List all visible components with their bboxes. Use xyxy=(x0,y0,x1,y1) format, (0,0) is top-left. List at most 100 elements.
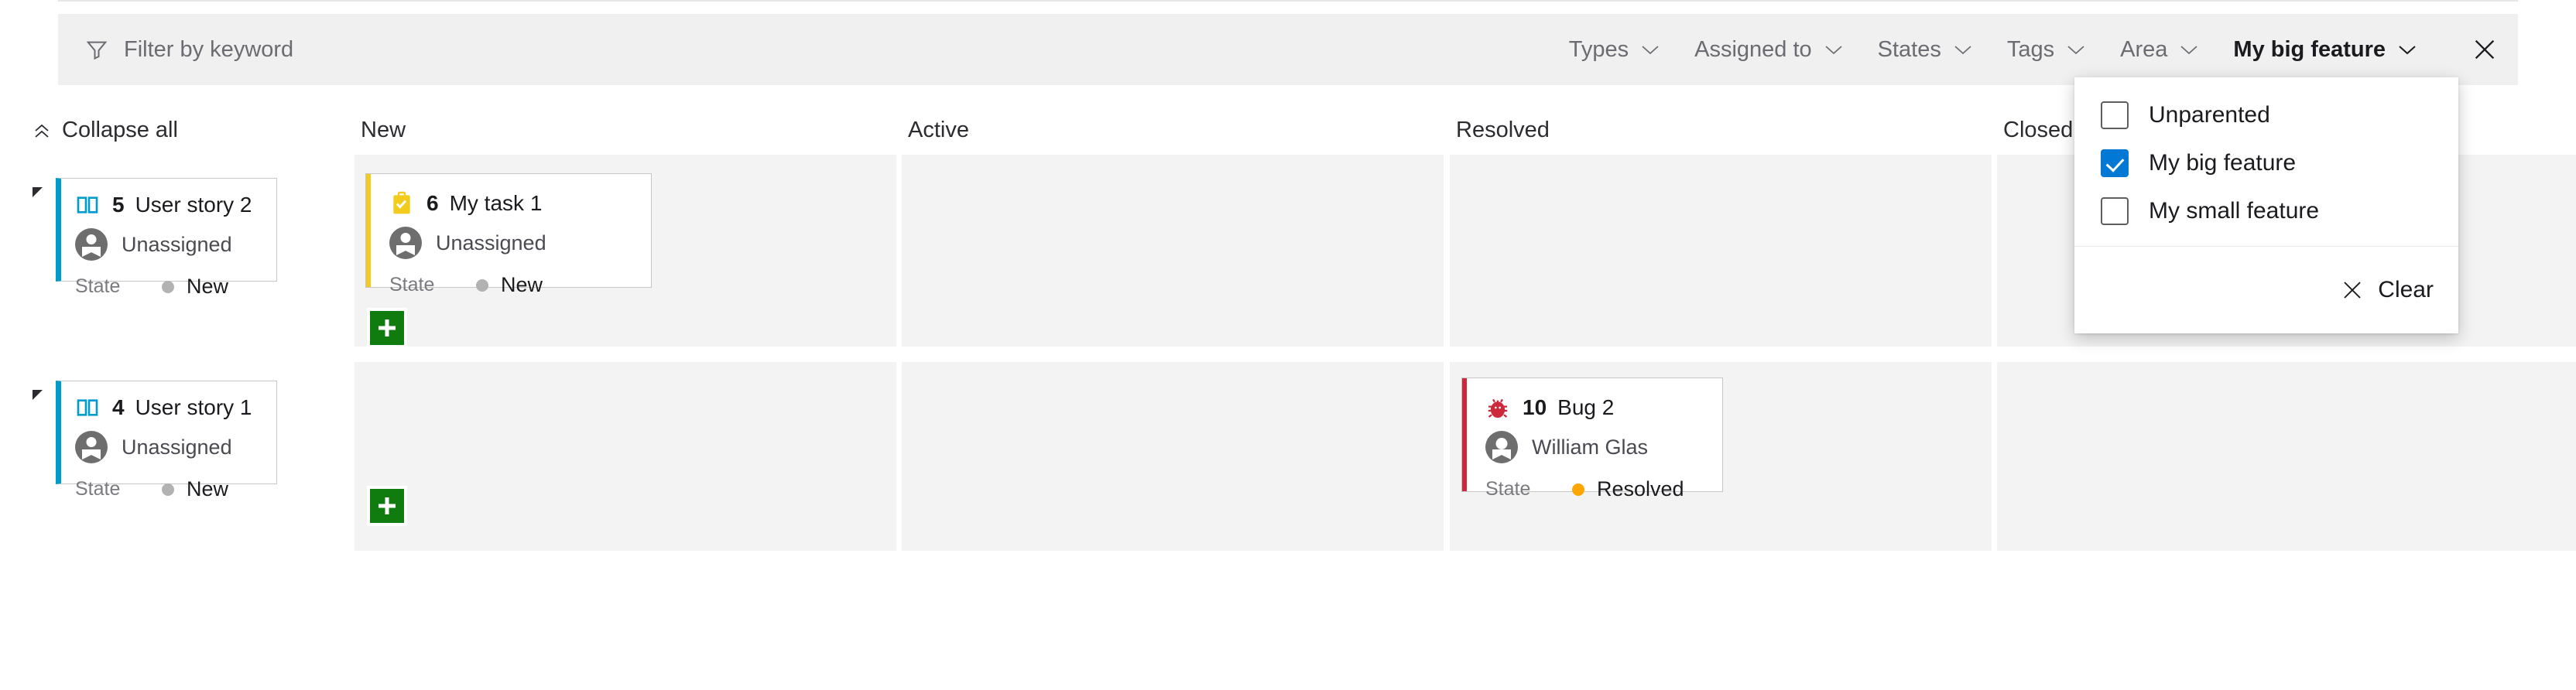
work-item-title: My task 1 xyxy=(449,191,543,215)
swimlane-parent-card[interactable]: 5 User story 2 Unassigned State New xyxy=(56,178,277,298)
filter-pivot-tags[interactable]: Tags xyxy=(2007,37,2086,63)
assignee-row: Unassigned xyxy=(389,227,632,259)
card-title-row: 4 User story 1 xyxy=(75,395,265,420)
assignee-name: Unassigned xyxy=(122,435,232,459)
column-header-new: New xyxy=(361,118,406,142)
avatar xyxy=(389,227,422,259)
dropdown-option-my-small-feature[interactable]: My small feature xyxy=(2074,187,2458,235)
state-value: New xyxy=(187,477,229,500)
lane-collapse-toggle[interactable] xyxy=(33,187,43,197)
lane-cell-new[interactable] xyxy=(355,362,896,551)
filter-bar: Types Assigned to States Tags Area xyxy=(58,14,2518,85)
lane-cell-closed[interactable] xyxy=(1997,362,2576,551)
work-item-card-my-task-1[interactable]: 6 My task 1 Unassigned State New xyxy=(365,173,652,296)
work-item-board-page: Types Assigned to States Tags Area xyxy=(0,0,2576,690)
dropdown-option-list: Unparented My big feature My small featu… xyxy=(2074,77,2458,246)
chevron-down-icon xyxy=(1953,43,1973,56)
assignee-row: Unassigned xyxy=(75,431,265,463)
add-card-button-new[interactable] xyxy=(367,308,407,348)
lane-cell-active[interactable] xyxy=(902,155,1444,347)
state-field-label: State xyxy=(75,478,121,500)
work-item-title: User story 1 xyxy=(135,395,252,419)
work-item-card-bug-2[interactable]: 10 Bug 2 William Glas State Resolved xyxy=(1461,377,1723,500)
work-item-id: 4 xyxy=(112,395,125,419)
close-icon xyxy=(2472,36,2498,63)
state-field-label: State xyxy=(1485,478,1531,500)
checkbox-checked[interactable] xyxy=(2101,149,2129,177)
chevron-down-icon xyxy=(2397,43,2417,56)
close-filter-bar-button[interactable] xyxy=(2451,14,2518,85)
task-checklist-icon xyxy=(389,191,414,216)
state-field-label: State xyxy=(389,274,435,295)
search-input[interactable] xyxy=(124,36,526,63)
chevron-down-icon xyxy=(1640,43,1660,56)
state-row: State Resolved xyxy=(1485,477,1704,501)
work-item-id: 6 xyxy=(426,191,439,215)
filter-pivot-states[interactable]: States xyxy=(1878,37,1973,63)
filter-pivot-label: Assigned to xyxy=(1694,36,1812,62)
card-type-accent xyxy=(1462,378,1467,491)
book-icon xyxy=(75,193,100,217)
swimlane-user-story-1: 4 User story 1 Unassigned State New 10 B… xyxy=(0,362,2576,551)
collapse-all-button[interactable]: Collapse all xyxy=(33,118,178,143)
filter-pivot-label: My big feature xyxy=(2233,36,2386,62)
card-title-row: 6 My task 1 xyxy=(389,191,632,216)
assignee-row: William Glas xyxy=(1485,431,1704,463)
checkbox-unchecked[interactable] xyxy=(2101,101,2129,129)
avatar xyxy=(75,431,108,463)
column-header-closed: Closed xyxy=(2003,118,2074,142)
avatar xyxy=(1485,431,1518,463)
book-icon xyxy=(75,395,100,420)
parent-filter-dropdown: Unparented My big feature My small featu… xyxy=(2074,77,2458,333)
filter-pivot-label: Tags xyxy=(2006,36,2055,62)
filter-pivot-label: States xyxy=(1877,36,1941,62)
add-card-button-new[interactable] xyxy=(367,486,407,526)
filter-pivot-label: Types xyxy=(1568,36,1629,62)
funnel-icon xyxy=(85,38,108,61)
dropdown-option-my-big-feature[interactable]: My big feature xyxy=(2074,139,2458,187)
state-dot xyxy=(162,280,174,293)
state-value: Resolved xyxy=(1597,477,1684,500)
card-title-row: 10 Bug 2 xyxy=(1485,395,1704,420)
filter-pivot-area[interactable]: Area xyxy=(2120,37,2199,63)
close-icon xyxy=(2341,278,2364,302)
card-title-row: 5 User story 2 xyxy=(75,193,265,217)
lane-cell-resolved[interactable] xyxy=(1450,155,1992,347)
filter-pivot-types[interactable]: Types xyxy=(1569,37,1660,63)
bug-icon xyxy=(1485,395,1510,420)
top-divider xyxy=(58,0,2518,2)
dropdown-option-label: My small feature xyxy=(2149,198,2320,224)
state-dot xyxy=(1572,483,1584,496)
state-row: State New xyxy=(75,477,265,501)
work-item-id: 5 xyxy=(112,193,125,217)
state-dot xyxy=(162,483,174,496)
lane-collapse-toggle[interactable] xyxy=(33,390,43,400)
assignee-name: Unassigned xyxy=(436,231,546,254)
state-field-label: State xyxy=(75,275,121,297)
assignee-row: Unassigned xyxy=(75,228,265,261)
chevron-down-icon xyxy=(1824,43,1844,56)
clear-button[interactable]: Clear xyxy=(2341,277,2434,303)
keyword-filter xyxy=(85,36,526,63)
column-header-resolved: Resolved xyxy=(1456,118,1550,142)
state-row: State New xyxy=(389,273,632,297)
collapse-all-label: Collapse all xyxy=(62,118,178,142)
checkbox-unchecked[interactable] xyxy=(2101,197,2129,225)
lane-cell-active[interactable] xyxy=(902,362,1444,551)
double-chevron-up-icon xyxy=(33,122,51,139)
dropdown-option-unparented[interactable]: Unparented xyxy=(2074,91,2458,139)
filter-pivot-parent[interactable]: My big feature xyxy=(2233,37,2417,63)
card-type-accent xyxy=(366,174,371,287)
filter-pivot-assigned-to[interactable]: Assigned to xyxy=(1694,37,1844,63)
chevron-down-icon xyxy=(2179,43,2199,56)
assignee-name: William Glas xyxy=(1532,435,1649,459)
state-value: New xyxy=(187,275,229,298)
dropdown-footer: Clear xyxy=(2074,247,2458,333)
swimlane-parent-card[interactable]: 4 User story 1 Unassigned State New xyxy=(56,381,277,500)
clear-label: Clear xyxy=(2378,277,2434,302)
avatar xyxy=(75,228,108,261)
dropdown-option-label: Unparented xyxy=(2149,102,2270,128)
state-row: State New xyxy=(75,275,265,299)
work-item-title: User story 2 xyxy=(135,193,252,217)
state-dot xyxy=(476,278,488,292)
